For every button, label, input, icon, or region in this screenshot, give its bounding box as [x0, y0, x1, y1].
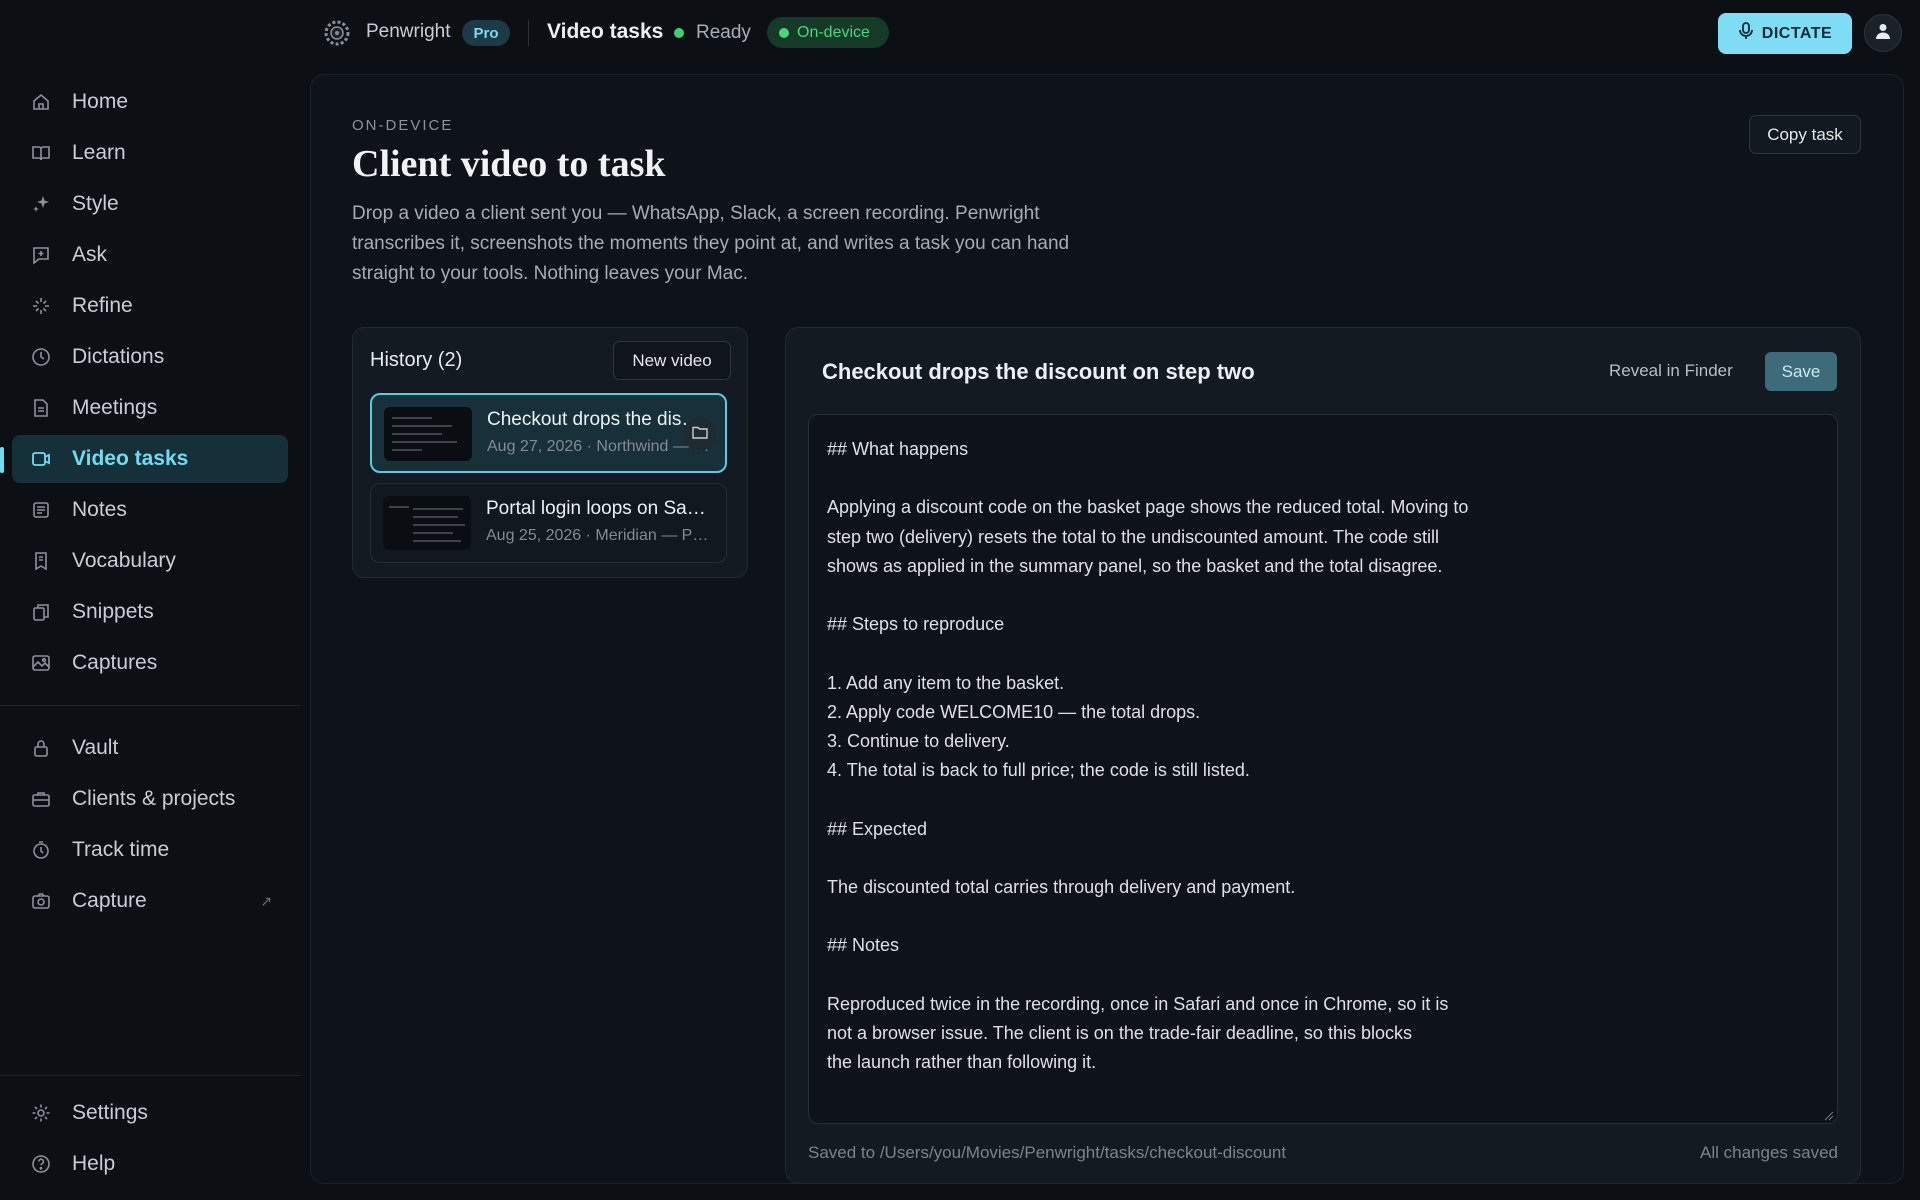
dictate-button[interactable]: DICTATE [1718, 13, 1852, 54]
home-icon [30, 91, 52, 113]
plan-badge: Pro [462, 20, 510, 46]
on-device-label: On-device [797, 23, 870, 41]
status-dot [779, 27, 789, 38]
help-icon [30, 1153, 52, 1175]
status-dot [674, 28, 684, 38]
status-text: Ready [696, 22, 751, 43]
history-item[interactable]: Portal login loops on Safari Aug 25, 202… [370, 483, 727, 563]
header-divider [528, 20, 529, 46]
sidebar-item-captures[interactable]: Captures [12, 639, 288, 687]
reveal-in-finder-button[interactable]: Reveal in Finder [1609, 361, 1733, 381]
sidebar-item-snippets[interactable]: Snippets [12, 588, 288, 636]
sidebar-item-label: Home [72, 90, 129, 113]
penwright-logo-icon [322, 18, 352, 48]
stopwatch-icon [30, 839, 52, 861]
page-description: Drop a video a client sent you — WhatsAp… [352, 203, 1070, 284]
page-name: Video tasks [547, 20, 664, 43]
section-eyebrow: ON-DEVICE [352, 117, 454, 134]
sidebar-divider [0, 1075, 300, 1076]
sidebar-item-label: Capture [72, 889, 147, 912]
page-title: Client video to task [352, 143, 666, 185]
sidebar-item-label: Refine [72, 294, 133, 317]
app-name: Penwright [366, 21, 451, 42]
sidebar-item-capture[interactable]: Capture ↗ [12, 877, 288, 925]
clock-icon [30, 346, 52, 368]
lock-icon [30, 737, 52, 759]
sidebar-item-clients-projects[interactable]: Clients & projects [12, 775, 288, 823]
history-item-title: Portal login loops on Safari [486, 498, 706, 519]
history-item-meta: Aug 27, 2026 · Northwind — Checkout [487, 438, 715, 455]
history-item-meta: Aug 25, 2026 · Meridian — Portal [486, 527, 714, 544]
save-button[interactable]: Save [1765, 352, 1837, 391]
folder-icon [691, 425, 708, 444]
avatar[interactable] [1864, 14, 1902, 52]
sidebar-item-label: Dictations [72, 345, 165, 368]
sidebar-item-vault[interactable]: Vault [12, 724, 288, 772]
sidebar-item-label: Ask [72, 243, 108, 266]
image-icon [30, 652, 52, 674]
save-status: All changes saved [1700, 1143, 1838, 1162]
saved-path: Saved to /Users/you/Movies/Penwright/tas… [808, 1143, 1287, 1162]
sidebar-item-video-tasks[interactable]: Video tasks [12, 435, 288, 483]
wand-icon [30, 295, 52, 317]
sidebar-item-label: Style [72, 192, 119, 215]
chat-icon [30, 244, 52, 266]
sidebar-item-label: Vault [72, 736, 119, 759]
history-item[interactable]: Checkout drops the discount on step two … [370, 393, 727, 473]
sidebar-item-style[interactable]: Style [12, 180, 288, 228]
user-icon [1873, 21, 1893, 46]
on-device-badge: On-device [767, 17, 889, 48]
sidebar-item-label: Captures [72, 651, 158, 674]
sidebar-item-label: Snippets [72, 600, 154, 623]
resize-handle-icon[interactable] [1822, 1108, 1834, 1121]
history-item-title: Checkout drops the discount on step two [487, 409, 707, 430]
sidebar-item-help[interactable]: Help [12, 1140, 288, 1188]
reveal-folder-button[interactable] [683, 418, 716, 451]
document-icon [30, 397, 52, 419]
microphone-icon [1738, 22, 1754, 45]
task-title: Checkout drops the discount on step two [822, 359, 1255, 384]
sidebar-item-label: Settings [72, 1101, 148, 1124]
sidebar-item-vocabulary[interactable]: Vocabulary [12, 537, 288, 585]
sidebar-item-label: Help [72, 1152, 116, 1175]
task-body-textarea[interactable]: ## What happens Applying a discount code… [808, 414, 1838, 1124]
video-thumbnail [383, 496, 471, 550]
sidebar-item-label: Vocabulary [72, 549, 176, 572]
sidebar-item-home[interactable]: Home [12, 78, 288, 126]
sidebar-divider [0, 705, 300, 706]
sidebar-item-label: Notes [72, 498, 127, 521]
sidebar-item-label: Learn [72, 141, 126, 164]
briefcase-icon [30, 788, 52, 810]
sidebar-item-label: Video tasks [72, 447, 189, 470]
video-icon [30, 448, 52, 470]
book-icon [30, 142, 52, 164]
sidebar-item-ask[interactable]: Ask [12, 231, 288, 279]
copy-task-button[interactable]: Copy task [1749, 115, 1861, 154]
sidebar-item-track-time[interactable]: Track time [12, 826, 288, 874]
bookmark-icon [30, 550, 52, 572]
sidebar-item-settings[interactable]: Settings [12, 1089, 288, 1137]
active-indicator [0, 447, 4, 473]
history-title: History (2) [370, 349, 463, 371]
sidebar-item-notes[interactable]: Notes [12, 486, 288, 534]
sparkle-icon [30, 193, 52, 215]
sidebar-item-learn[interactable]: Learn [12, 129, 288, 177]
gear-icon [30, 1102, 52, 1124]
sidebar-item-label: Clients & projects [72, 787, 236, 810]
sidebar-item-label: Meetings [72, 396, 158, 419]
sidebar: Home Learn Style Ask Refine Dictations M… [0, 0, 300, 1200]
sidebar-item-meetings[interactable]: Meetings [12, 384, 288, 432]
video-thumbnail [384, 407, 472, 461]
copy-icon [30, 601, 52, 623]
new-video-button[interactable]: New video [613, 341, 731, 380]
sidebar-item-refine[interactable]: Refine [12, 282, 288, 330]
external-link-icon: ↗ [260, 892, 272, 909]
dictate-label: DICTATE [1761, 24, 1833, 42]
camera-icon [30, 890, 52, 912]
notes-icon [30, 499, 52, 521]
sidebar-item-label: Track time [72, 838, 170, 861]
sidebar-item-dictations[interactable]: Dictations [12, 333, 288, 381]
